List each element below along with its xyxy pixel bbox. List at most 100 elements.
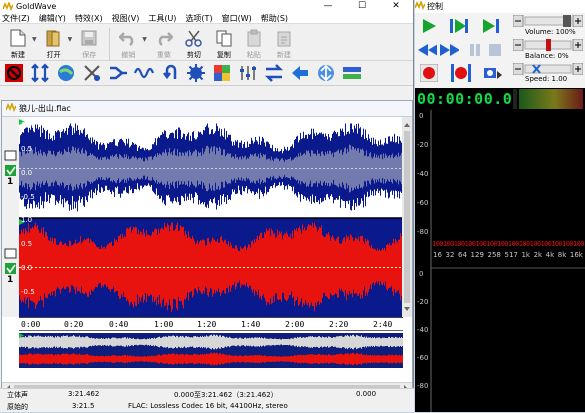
pause-button[interactable] bbox=[465, 41, 485, 59]
circle-arrows-icon[interactable] bbox=[315, 62, 337, 84]
left-channel-number: 1 bbox=[7, 177, 14, 187]
pause-icon bbox=[470, 44, 480, 56]
open-button[interactable]: 打开 bbox=[40, 28, 68, 60]
status-channels: 立体声 bbox=[7, 391, 28, 399]
control-title: 控制 bbox=[427, 2, 443, 11]
vertical-scrollbar[interactable] bbox=[402, 117, 412, 317]
undo-button[interactable]: 撤销 bbox=[114, 28, 142, 60]
menu-edit[interactable]: 编辑(Y) bbox=[39, 13, 66, 24]
volume-bar-icon[interactable] bbox=[341, 62, 363, 84]
amp-label-bottom-2: 0.5 bbox=[21, 240, 33, 248]
amp-label-top-1: 1.0 bbox=[21, 121, 33, 129]
redo-button[interactable]: 重做 bbox=[150, 28, 178, 60]
copy-button[interactable]: 复制 bbox=[210, 28, 238, 60]
stop-record-icon[interactable] bbox=[3, 62, 25, 84]
gear-effect-icon[interactable] bbox=[185, 62, 207, 84]
play-to-end-button[interactable] bbox=[481, 17, 501, 35]
left-channel-check[interactable] bbox=[5, 165, 16, 176]
db-tick-upper: -40 bbox=[417, 170, 429, 178]
status-position: 0.000 bbox=[356, 390, 377, 398]
device-settings-button[interactable] bbox=[483, 64, 503, 82]
save-button[interactable]: 保存 bbox=[75, 28, 103, 60]
record-selection-button[interactable] bbox=[451, 64, 471, 82]
rewind-button[interactable] bbox=[417, 41, 437, 59]
status-length: 3:21.462 bbox=[68, 390, 100, 398]
menu-effects[interactable]: 特效(X) bbox=[75, 13, 103, 24]
fast-forward-button[interactable] bbox=[439, 41, 459, 59]
waveform-file-icon bbox=[5, 101, 17, 114]
peak-value: 100 bbox=[497, 240, 508, 248]
cut-button[interactable]: 剪切 bbox=[180, 28, 208, 60]
new-button[interactable]: 新建 bbox=[4, 28, 32, 60]
document-title-bar: 狼儿-出山.flac bbox=[2, 101, 412, 117]
peak-value: 100 bbox=[432, 240, 443, 248]
new-file-icon bbox=[8, 28, 28, 48]
document-window: 狼儿-出山.flac 1 1 1.0 0.5 0.0 -0.5 1.0 0.5 bbox=[1, 100, 413, 395]
db-tick-upper: -60 bbox=[417, 199, 429, 207]
title-bar: GoldWave — ☐ ✕ bbox=[0, 0, 413, 13]
effects-toolbar bbox=[0, 61, 413, 86]
freq-label: 129 bbox=[470, 251, 484, 259]
menu-help[interactable]: 帮助(S) bbox=[261, 13, 288, 24]
new-dropdown-icon[interactable]: ▼ bbox=[32, 36, 37, 43]
toolbar-divider bbox=[109, 28, 111, 60]
reverse-arrows-icon[interactable] bbox=[263, 62, 285, 84]
open-label: 打开 bbox=[46, 51, 61, 59]
menu-window[interactable]: 窗口(W) bbox=[222, 13, 252, 24]
transport-controls: Volume: 100% Balance: 0% Speed: 1.00 bbox=[415, 13, 585, 88]
peak-value: 100 bbox=[540, 240, 552, 248]
play-selection-button[interactable] bbox=[449, 17, 469, 35]
amp-label-top-4: -0.5 bbox=[21, 193, 35, 201]
amp-label-bottom-1: 1.0 bbox=[21, 216, 33, 224]
cut-label: 剪切 bbox=[186, 51, 201, 59]
loop-back-icon[interactable] bbox=[159, 62, 181, 84]
expand-arrows-icon[interactable] bbox=[29, 62, 51, 84]
menu-file[interactable]: 文件(Z) bbox=[2, 13, 30, 24]
menu-view[interactable]: 视图(V) bbox=[112, 13, 140, 24]
control-logo-icon bbox=[414, 0, 426, 12]
volume-slider[interactable] bbox=[512, 14, 584, 28]
balance-slider[interactable] bbox=[512, 38, 584, 52]
merge-arrow-icon[interactable] bbox=[107, 62, 129, 84]
paste-new-button[interactable]: 新建 bbox=[270, 28, 298, 60]
timeline-tick: 1:40 bbox=[241, 320, 261, 329]
redo-arrow-icon bbox=[154, 28, 174, 48]
db-tick-lower: -60 bbox=[417, 354, 429, 362]
record-button[interactable] bbox=[419, 64, 439, 82]
redo-label: 重做 bbox=[156, 51, 171, 59]
menu-options[interactable]: 选项(T) bbox=[185, 13, 212, 24]
undo-dropdown-icon[interactable]: ▼ bbox=[142, 36, 147, 43]
right-channel-check[interactable] bbox=[5, 263, 16, 274]
minimize-button[interactable]: — bbox=[311, 0, 345, 13]
new-label: 新建 bbox=[11, 51, 25, 59]
speed-slider[interactable] bbox=[512, 62, 584, 76]
level-meter bbox=[513, 89, 583, 109]
globe-icon[interactable] bbox=[55, 62, 77, 84]
timeline-tick: 0:40 bbox=[109, 320, 129, 329]
equalizer-icon[interactable] bbox=[237, 62, 259, 84]
play-button[interactable] bbox=[419, 17, 439, 35]
menu-tools[interactable]: 工具(U) bbox=[148, 13, 176, 24]
color-cube-icon[interactable] bbox=[211, 62, 233, 84]
waveform-view[interactable]: 1.0 0.5 0.0 -0.5 1.0 0.5 0.0 -0.5 bbox=[19, 119, 403, 317]
amp-label-bottom-4: -0.5 bbox=[21, 288, 35, 296]
left-arrow-icon[interactable] bbox=[289, 62, 311, 84]
goldwave-main-window: GoldWave — ☐ ✕ 文件(Z) 编辑(Y) 特效(X) 视图(V) 工… bbox=[0, 0, 414, 412]
paste-button[interactable]: 粘贴 bbox=[240, 28, 268, 60]
db-tick-lower: 0 bbox=[419, 270, 424, 278]
scissors-icon bbox=[184, 28, 204, 48]
peak-value: 100 bbox=[475, 240, 487, 248]
stop-icon bbox=[489, 44, 501, 56]
record-icon bbox=[420, 64, 438, 82]
open-dropdown-icon[interactable]: ▼ bbox=[68, 36, 73, 43]
overview-waveform[interactable] bbox=[19, 333, 403, 368]
goldwave-logo-icon bbox=[2, 0, 14, 12]
xy-swap-icon[interactable] bbox=[81, 62, 103, 84]
peak-value: 100 bbox=[464, 240, 476, 248]
close-button[interactable]: ✕ bbox=[379, 0, 413, 13]
wave-effect-icon[interactable] bbox=[133, 62, 155, 84]
status-duration: 3:21.5 bbox=[72, 402, 95, 410]
maximize-button[interactable]: ☐ bbox=[345, 0, 379, 13]
play-icon bbox=[423, 19, 436, 33]
stop-button[interactable] bbox=[485, 41, 505, 59]
